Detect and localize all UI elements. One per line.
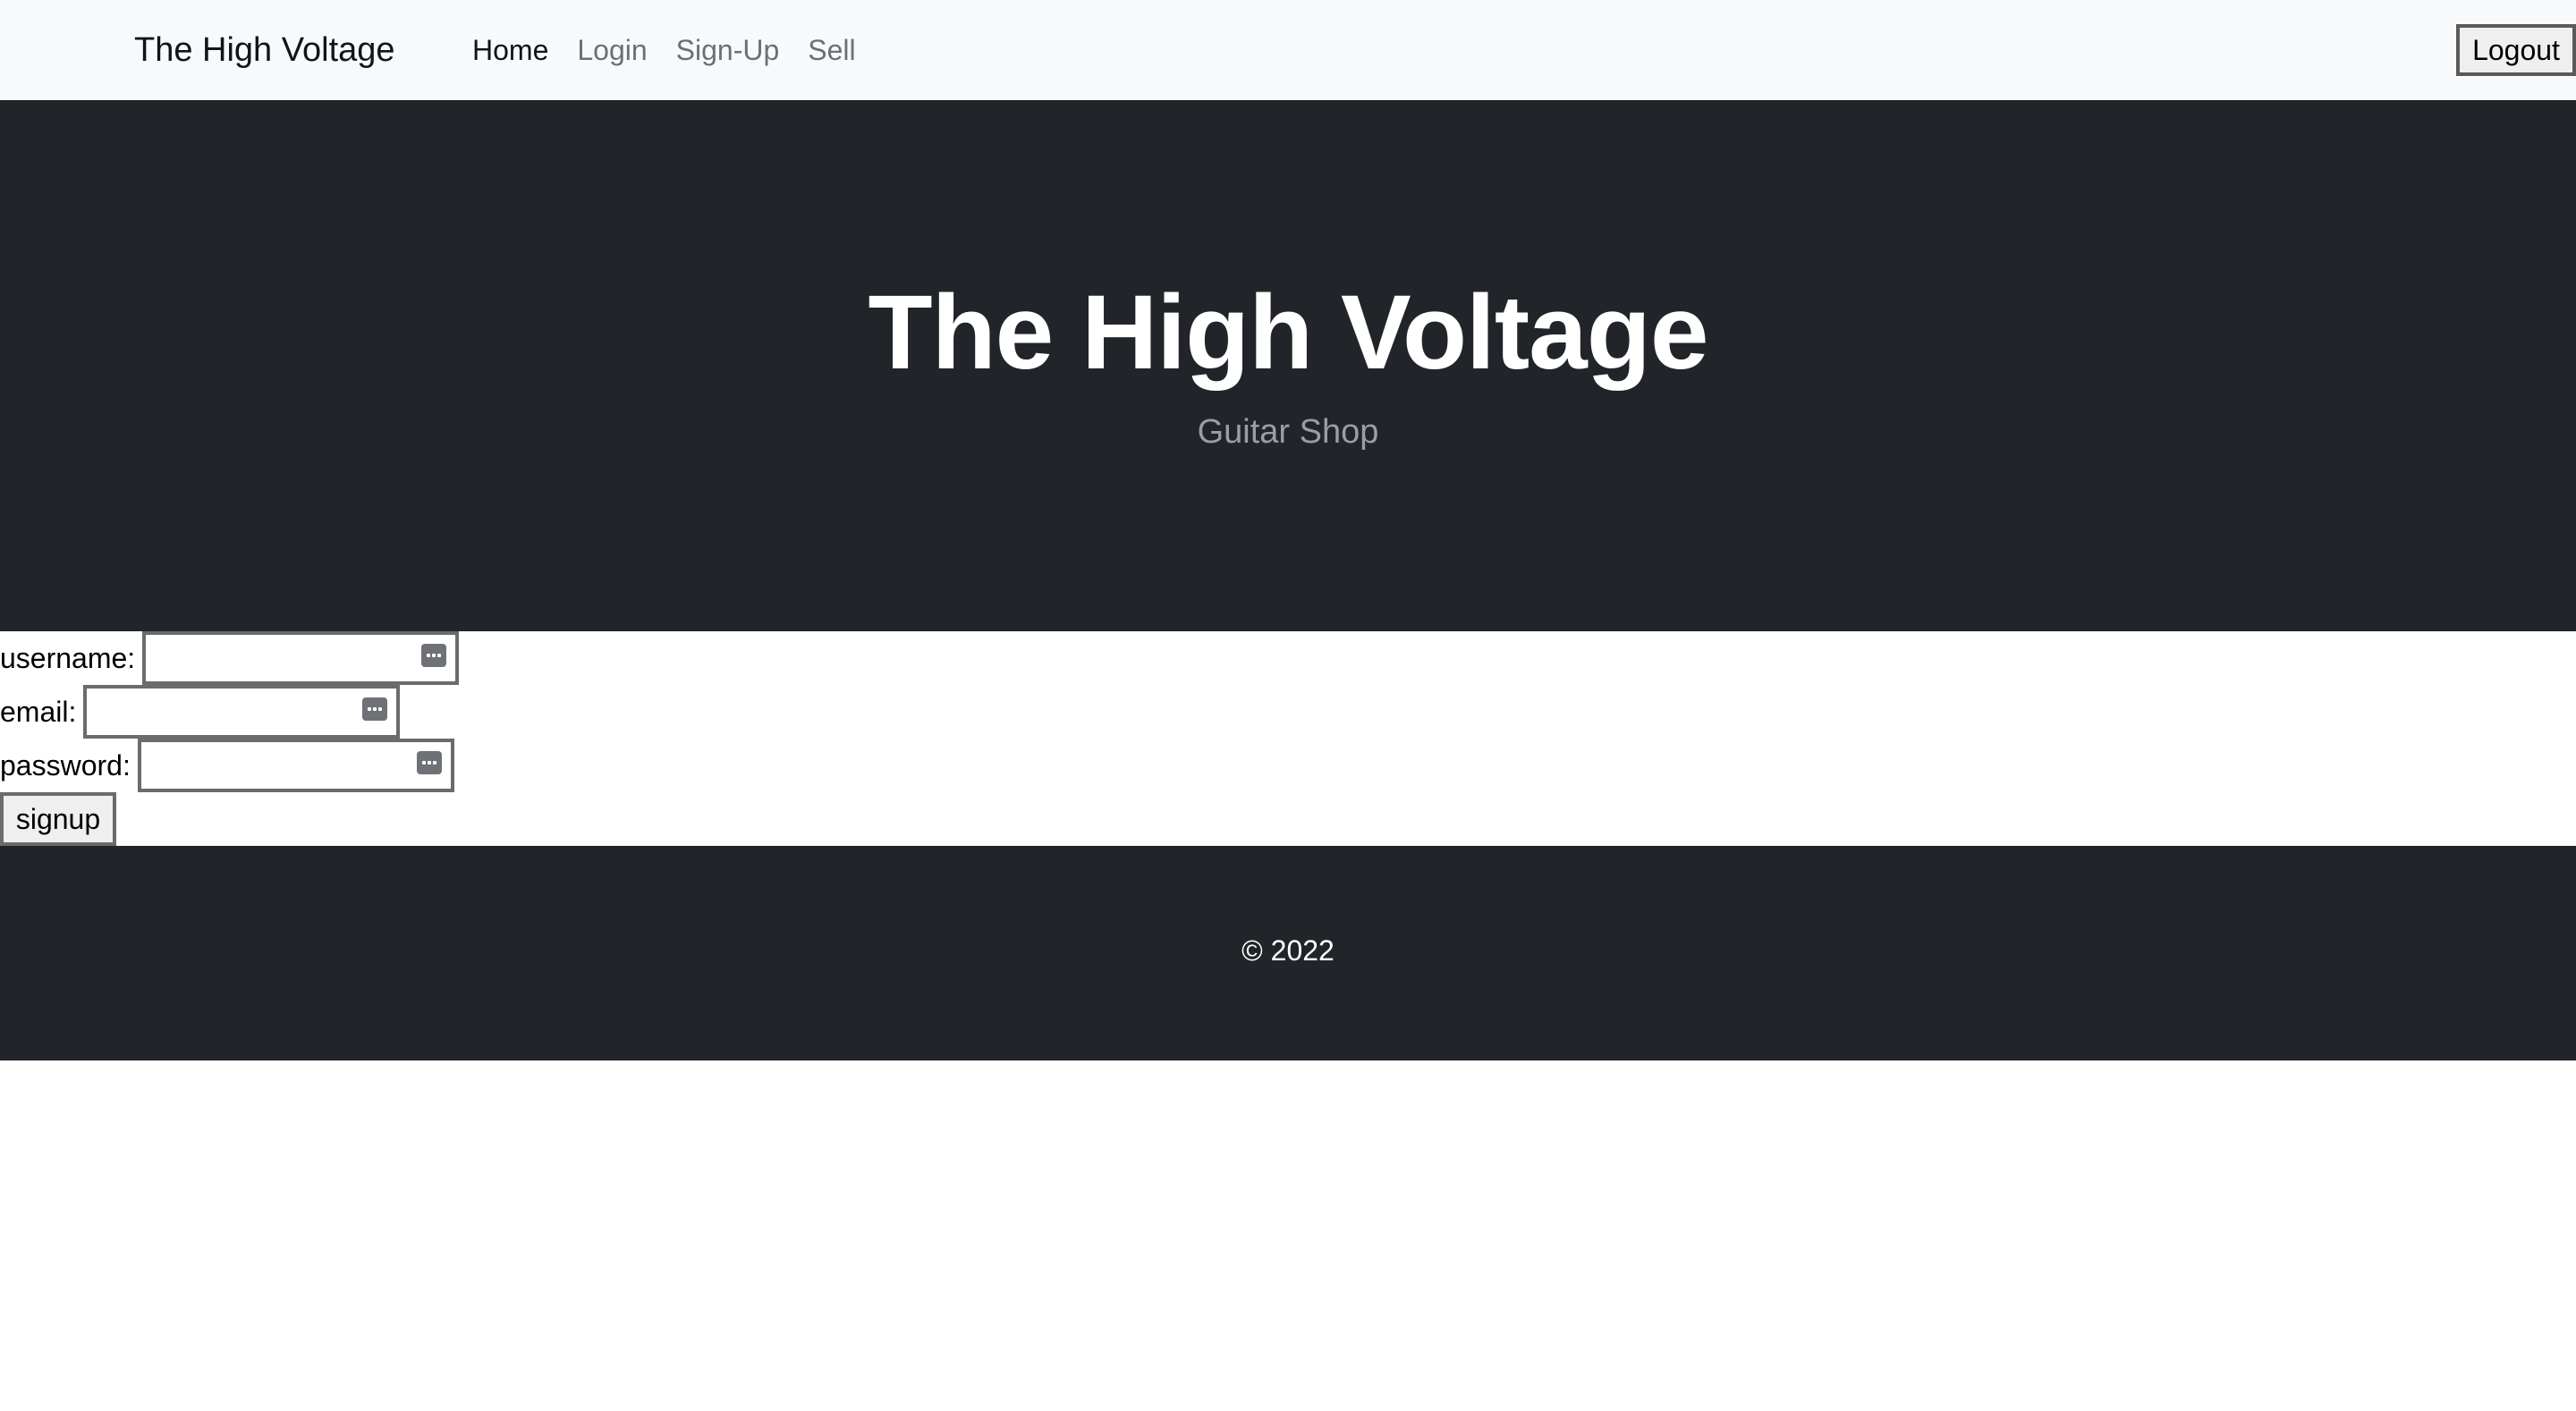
email-row: email:	[0, 685, 401, 739]
footer-copyright: © 2022	[1241, 934, 1335, 967]
email-label: email:	[0, 695, 77, 728]
email-input[interactable]	[87, 689, 397, 735]
nav-link-login[interactable]: Login	[577, 25, 647, 75]
signup-button[interactable]: signup	[0, 792, 116, 846]
password-label: password:	[0, 748, 131, 782]
hero-title: The High Voltage	[868, 274, 1709, 392]
hero-banner: The High Voltage Guitar Shop	[0, 100, 2576, 631]
nav-link-sell[interactable]: Sell	[808, 25, 855, 75]
page-footer: © 2022	[0, 846, 2576, 1060]
hero-subtitle: Guitar Shop	[1197, 413, 1379, 451]
username-row: username:	[0, 631, 460, 685]
password-row: password:	[0, 739, 454, 792]
navbar-brand[interactable]: The High Voltage	[134, 25, 395, 75]
signup-form: username: email: password: signup	[0, 631, 2576, 846]
password-field-wrapper	[137, 739, 454, 792]
top-navbar: The High Voltage Home Login Sign-Up Sell…	[0, 0, 2576, 100]
email-field-wrapper	[83, 685, 401, 739]
username-field-wrapper	[142, 631, 460, 685]
nav-link-home[interactable]: Home	[472, 25, 548, 75]
username-input[interactable]	[146, 635, 456, 681]
nav-links: Home Login Sign-Up Sell	[472, 25, 885, 75]
logout-button[interactable]: Logout	[2456, 24, 2576, 76]
username-label: username:	[0, 641, 136, 674]
password-input[interactable]	[140, 742, 451, 789]
nav-link-signup[interactable]: Sign-Up	[676, 25, 780, 75]
